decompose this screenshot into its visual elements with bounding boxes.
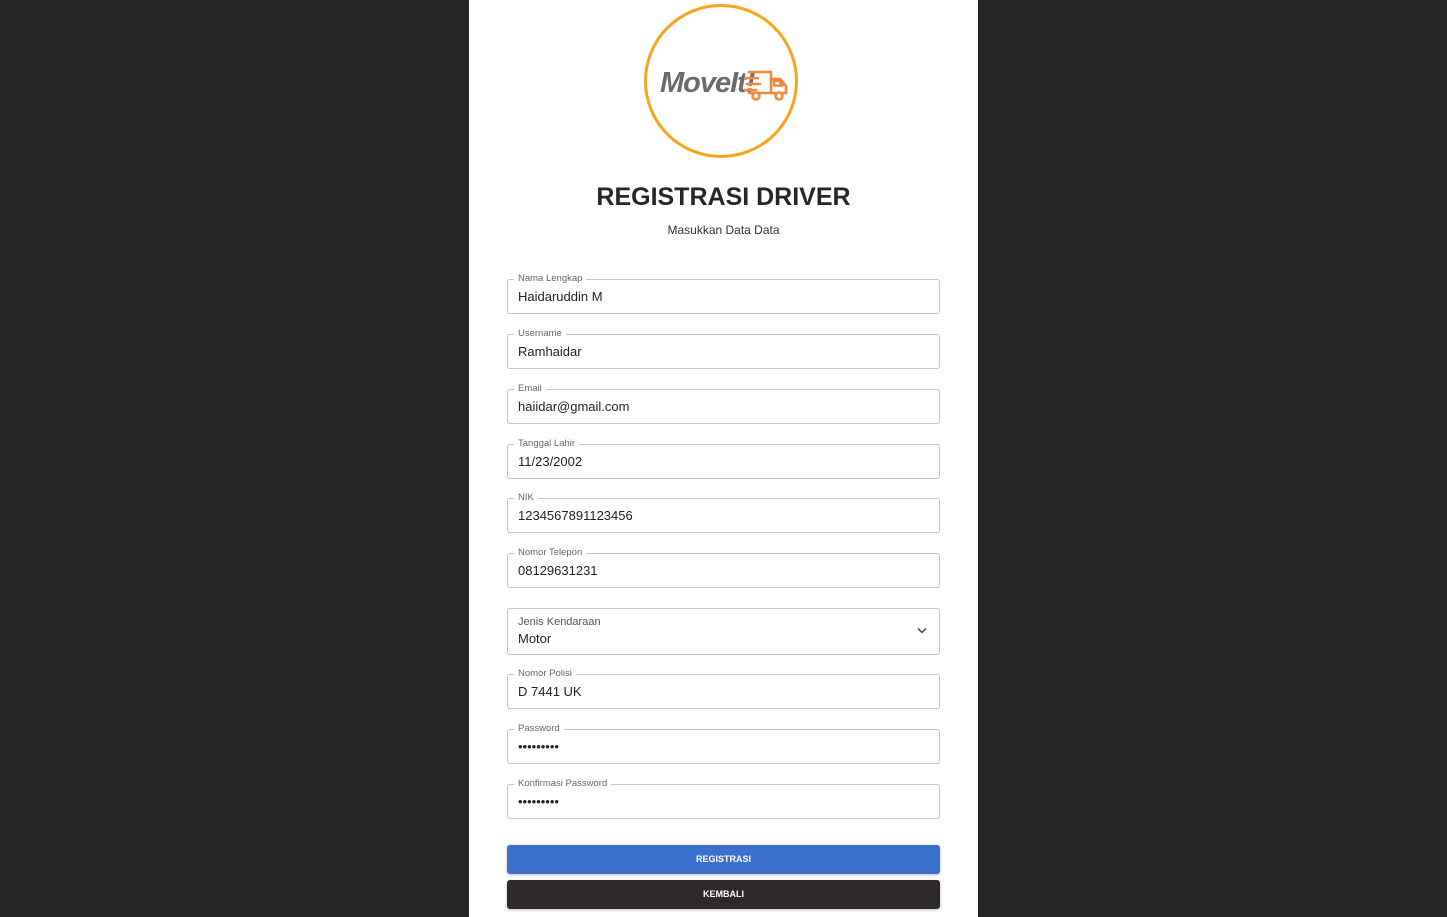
registration-panel: MoveIt! REGISTRASI DRIVER Masukkan Data … [469, 0, 978, 917]
nama-lengkap-input[interactable] [518, 280, 918, 313]
logo-text: MoveIt! [660, 67, 755, 99]
chevron-down-icon [917, 627, 927, 634]
email-input[interactable] [518, 390, 918, 423]
nomor-telepon-field[interactable]: Nomor Telepon [507, 547, 940, 588]
jenis-kendaraan-select[interactable]: Jenis Kendaraan Motor [507, 608, 940, 655]
nik-field[interactable]: NIK [507, 492, 940, 533]
username-field[interactable]: Username [507, 328, 940, 369]
tanggal-lahir-field[interactable]: Tanggal Lahir [507, 438, 940, 479]
kembali-button[interactable]: KEMBALI [507, 880, 940, 909]
password-field[interactable]: Password [507, 723, 940, 764]
nama-lengkap-field[interactable]: Nama Lengkap [507, 273, 940, 314]
jenis-kendaraan-value: Motor [518, 631, 552, 646]
konfirmasi-password-field[interactable]: Konfirmasi Password [507, 778, 940, 819]
nik-input[interactable] [518, 499, 918, 532]
username-input[interactable] [518, 335, 918, 368]
konfirmasi-password-input[interactable] [518, 785, 918, 818]
email-field[interactable]: Email [507, 383, 940, 424]
tanggal-lahir-input[interactable] [518, 445, 918, 478]
page-title: REGISTRASI DRIVER [596, 183, 851, 211]
page-subtitle: Masukkan Data Data [667, 223, 780, 237]
truck-icon [744, 70, 788, 101]
password-input[interactable] [518, 730, 918, 763]
nomor-polisi-input[interactable] [518, 675, 918, 708]
registrasi-button[interactable]: REGISTRASI [507, 845, 940, 874]
jenis-kendaraan-label: Jenis Kendaraan [518, 616, 601, 628]
nomor-telepon-input[interactable] [518, 554, 918, 587]
moveit-logo: MoveIt! [644, 4, 798, 158]
nomor-polisi-field[interactable]: Nomor Polisi [507, 668, 940, 709]
